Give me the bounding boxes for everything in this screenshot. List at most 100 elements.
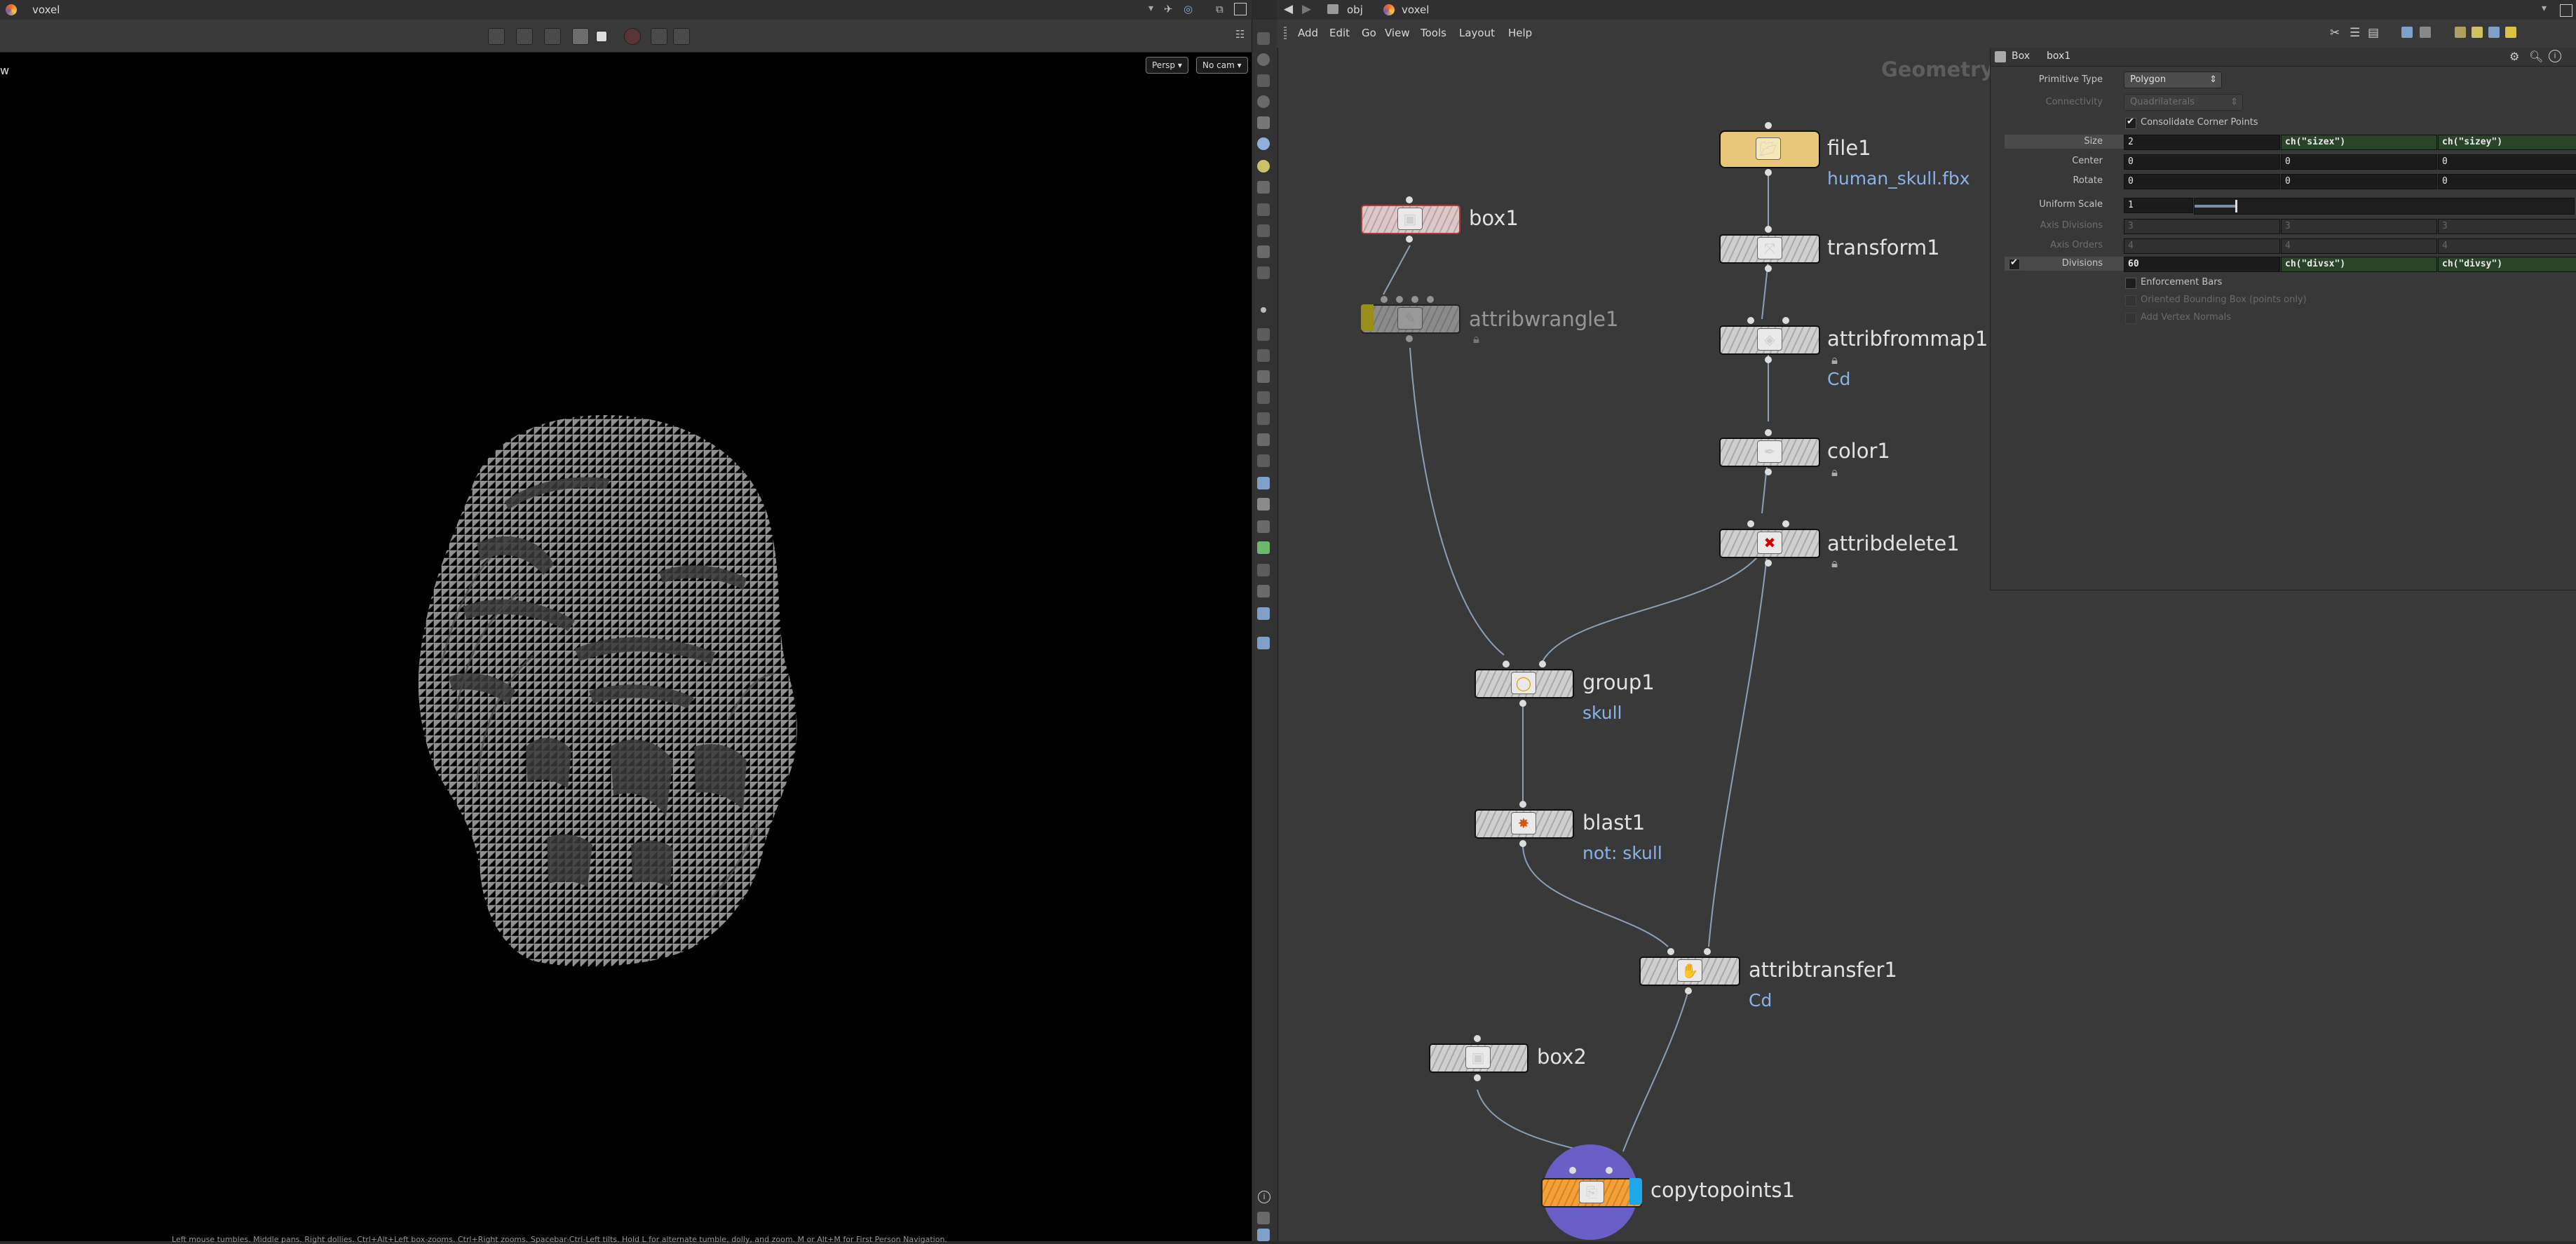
size-y-field[interactable]: ch("sizex"): [2281, 135, 2437, 150]
network-box-icon[interactable]: [2472, 27, 2483, 38]
vertex-normals-checkbox[interactable]: [2125, 313, 2136, 324]
connectivity-select[interactable]: Quadrilaterals ⇕: [2124, 94, 2243, 111]
tool-icon[interactable]: [1257, 349, 1270, 362]
consolidate-checkbox[interactable]: ✔: [2125, 116, 2136, 129]
node-output-dot[interactable]: [1765, 468, 1772, 475]
camera-menu-button[interactable]: Persp ▾: [1146, 57, 1188, 74]
select-tool-icon[interactable]: [488, 28, 505, 45]
tool-icon[interactable]: [1257, 137, 1270, 150]
node-name[interactable]: attribfrommap1: [1827, 327, 1988, 351]
tool-icon[interactable]: [1257, 412, 1270, 425]
menu-add[interactable]: Add: [1298, 27, 1318, 39]
axis-ord-x-field[interactable]: 4: [2124, 238, 2280, 254]
tool-icon[interactable]: [1257, 498, 1270, 511]
bypass-flag[interactable]: [1361, 304, 1374, 331]
node-input-dot[interactable]: [1427, 296, 1434, 303]
viewport-3d-view[interactable]: w Persp ▾ No cam ▾ Left mouse tumbles. M…: [0, 53, 1252, 1244]
menu-edit[interactable]: Edit: [1329, 27, 1350, 39]
node-output-dot[interactable]: [1685, 987, 1692, 994]
path-dropdown-icon[interactable]: ▾: [2542, 3, 2547, 14]
axis-div-y-field[interactable]: 3: [2281, 219, 2437, 234]
split-pane-icon[interactable]: ⧉: [1216, 3, 1223, 15]
node-input-dot[interactable]: [1747, 520, 1754, 527]
node-name[interactable]: box2: [1537, 1045, 1587, 1069]
viewport-tab-label[interactable]: voxel: [32, 4, 60, 16]
path-current[interactable]: voxel: [1402, 4, 1429, 16]
node-input-dot[interactable]: [1519, 801, 1526, 808]
tool-icon[interactable]: [1257, 53, 1270, 66]
cam-select-button[interactable]: No cam ▾: [1196, 57, 1248, 74]
tool-icon[interactable]: [1257, 181, 1270, 194]
size-x-field[interactable]: 2: [2124, 135, 2280, 150]
divisions-x-field[interactable]: 60: [2124, 257, 2280, 272]
node-input-dot[interactable]: [1765, 226, 1772, 233]
enforcement-bars-checkbox[interactable]: [2125, 278, 2136, 289]
node-output-dot[interactable]: [1765, 560, 1772, 567]
node-input-dot[interactable]: [1765, 122, 1772, 129]
tool-icon[interactable]: [1257, 245, 1270, 258]
node-input-dot[interactable]: [1503, 661, 1510, 668]
node-name[interactable]: attribwrangle1: [1469, 307, 1618, 331]
tool-icon[interactable]: [1257, 454, 1270, 467]
node-name-field[interactable]: box1: [2047, 50, 2070, 62]
tool-icon[interactable]: [1257, 116, 1270, 129]
tree-view-icon[interactable]: ☰: [2350, 26, 2360, 40]
tab-dropdown-icon[interactable]: ▾: [1148, 3, 1153, 14]
snap-tool-icon[interactable]: [572, 28, 589, 45]
uniform-scale-field[interactable]: 1: [2124, 198, 2193, 213]
tools-icon[interactable]: ✂: [2330, 26, 2340, 40]
tool-icon[interactable]: [1257, 224, 1270, 237]
rotate-x-field[interactable]: 0: [2124, 174, 2280, 189]
transform-tool-icon[interactable]: [516, 28, 533, 45]
tool-icon[interactable]: [1257, 74, 1270, 87]
pane-expand-icon[interactable]: [2560, 4, 2572, 17]
node-input-dot[interactable]: [1396, 296, 1403, 303]
divisions-z-field[interactable]: ch("divsy"): [2438, 257, 2576, 272]
tool-icon[interactable]: [1257, 607, 1270, 620]
path-root[interactable]: obj: [1347, 4, 1363, 16]
record-icon[interactable]: [624, 28, 641, 45]
node-output-dot[interactable]: [1765, 265, 1772, 272]
render-flag[interactable]: [1629, 1178, 1642, 1205]
node-output-dot[interactable]: [1765, 169, 1772, 176]
back-arrow-icon[interactable]: ◀: [1284, 2, 1293, 16]
node-input-dot[interactable]: [1406, 196, 1413, 203]
gear-icon[interactable]: ⚙: [2509, 50, 2519, 63]
node-name[interactable]: box1: [1469, 206, 1519, 230]
node-name[interactable]: file1: [1827, 136, 1871, 160]
node-output-dot[interactable]: [1519, 700, 1526, 707]
help-icon[interactable]: i: [2549, 50, 2561, 62]
rotate-y-field[interactable]: 0: [2281, 174, 2437, 189]
tool-icon[interactable]: [1257, 391, 1270, 404]
menu-view[interactable]: View: [1385, 27, 1410, 39]
grid-icon[interactable]: [1257, 1229, 1270, 1241]
node-name[interactable]: attribdelete1: [1827, 532, 1960, 555]
node-input-dot[interactable]: [1782, 317, 1789, 324]
node-output-dot[interactable]: [1474, 1074, 1481, 1081]
axis-ord-z-field[interactable]: 4: [2438, 238, 2576, 254]
node-input-dot[interactable]: [1782, 520, 1789, 527]
tool-icon[interactable]: [1257, 564, 1270, 576]
tool-icon[interactable]: [1257, 541, 1270, 554]
node-input-dot[interactable]: [1411, 296, 1418, 303]
tool-icon[interactable]: [1257, 328, 1270, 341]
axis-div-x-field[interactable]: 3: [2124, 219, 2280, 234]
node-input-dot[interactable]: [1539, 661, 1546, 668]
pin-icon[interactable]: ✈: [1164, 3, 1173, 15]
menu-layout[interactable]: Layout: [1459, 27, 1495, 39]
menu-tools[interactable]: Tools: [1421, 27, 1446, 39]
tool-icon[interactable]: [1257, 32, 1270, 45]
grid-view-icon[interactable]: [2420, 27, 2431, 38]
tool-icon[interactable]: [1257, 370, 1270, 383]
rotate-tool-icon[interactable]: [544, 28, 561, 45]
node-name[interactable]: blast1: [1582, 811, 1645, 834]
toolbar-options-icon[interactable]: ☷: [1235, 28, 1245, 41]
tool-icon[interactable]: [1257, 637, 1270, 649]
axis-ord-y-field[interactable]: 4: [2281, 238, 2437, 254]
node-input-dot[interactable]: [1569, 1167, 1576, 1174]
divisions-y-field[interactable]: ch("divsx"): [2281, 257, 2437, 272]
node-name[interactable]: transform1: [1827, 236, 1940, 259]
node-output-dot[interactable]: [1406, 236, 1413, 243]
layout-icon[interactable]: [2401, 27, 2413, 38]
node-output-dot[interactable]: [1765, 356, 1772, 363]
